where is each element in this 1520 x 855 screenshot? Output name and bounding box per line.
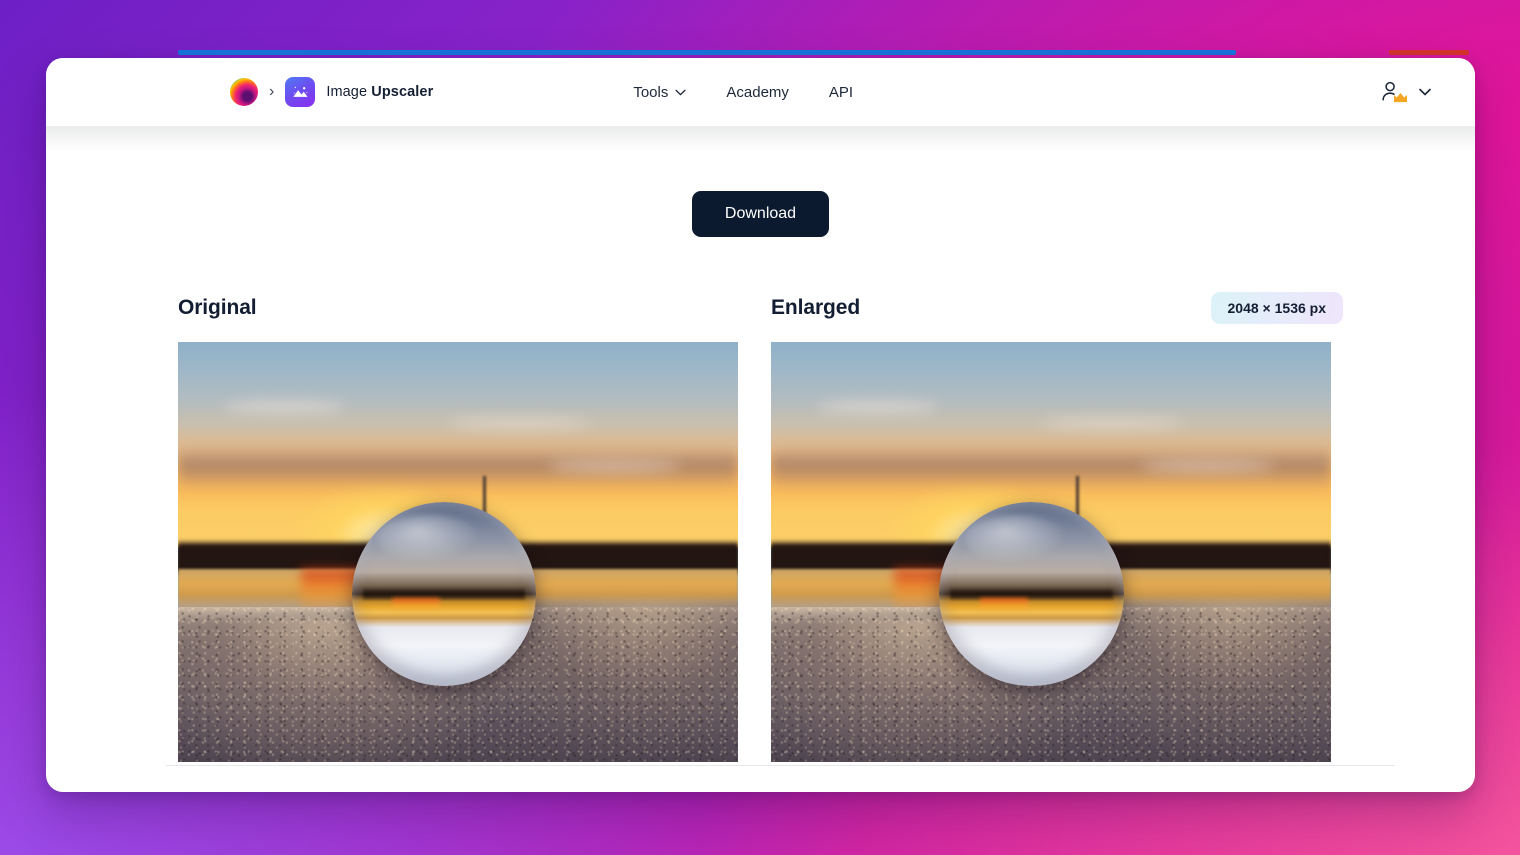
avatar — [1381, 80, 1407, 104]
brand-name: Upscaler — [371, 84, 434, 100]
browser-secondary-bar — [1389, 50, 1469, 55]
image-mountain-icon[interactable] — [285, 77, 316, 107]
download-row: Download — [46, 191, 1475, 237]
photo-cloud — [547, 459, 682, 473]
browser-progress-bar — [178, 50, 1236, 55]
breadcrumb-separator-icon: › — [269, 83, 275, 100]
enlarged-label: Enlarged — [771, 296, 861, 319]
nav-item-academy-label: Academy — [726, 83, 789, 101]
footer-divider — [166, 765, 1395, 766]
nav-item-tools-label: Tools — [633, 83, 669, 101]
account-menu[interactable] — [1381, 80, 1431, 104]
chevron-down-icon — [675, 89, 686, 95]
images-row — [178, 342, 1343, 762]
main-nav: Tools Academy API — [633, 84, 853, 101]
download-button[interactable]: Download — [691, 191, 830, 237]
main-content: Download Original Enlarged 2048 × 1536 p… — [46, 126, 1475, 792]
original-image[interactable] — [178, 342, 738, 762]
photo-lensball — [939, 501, 1124, 687]
breadcrumb: › Image Upscaler — [230, 77, 433, 107]
crown-icon — [1394, 93, 1407, 103]
lensball-rim — [352, 502, 537, 687]
brand-orb-icon[interactable] — [230, 78, 258, 106]
panel-labels-row: Original Enlarged 2048 × 1536 px — [178, 292, 1343, 324]
nav-item-api-label: API — [828, 83, 854, 101]
size-badge: 2048 × 1536 px — [1210, 292, 1343, 324]
photo-cloud — [1140, 459, 1275, 473]
photo-lensball — [351, 501, 537, 687]
enlarged-image[interactable] — [771, 342, 1331, 762]
nav-item-tools[interactable]: Tools — [633, 84, 686, 101]
lensball-rim — [939, 502, 1124, 687]
photo-cloud — [1039, 417, 1186, 429]
nav-item-academy[interactable]: Academy — [726, 84, 789, 101]
browser-window: › Image Upscaler Tools Academy API Downl… — [46, 58, 1475, 792]
site-header: › Image Upscaler Tools Academy API — [46, 58, 1475, 126]
original-label: Original — [178, 296, 257, 319]
nav-item-api[interactable]: API — [829, 84, 853, 101]
enlarged-label-group: Enlarged 2048 × 1536 px — [771, 292, 1343, 324]
chevron-down-icon — [1419, 88, 1431, 96]
photo-cloud — [446, 417, 593, 429]
brand-title[interactable]: Image Upscaler — [326, 84, 433, 100]
brand-prefix: Image — [326, 84, 368, 100]
comparison-panels: Original Enlarged 2048 × 1536 px — [46, 292, 1475, 762]
